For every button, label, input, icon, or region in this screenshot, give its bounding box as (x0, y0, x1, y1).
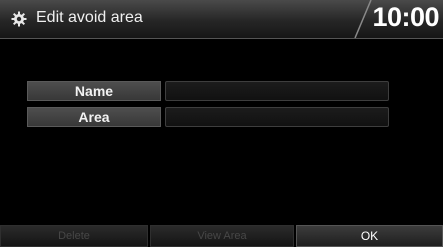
gear-icon (11, 11, 27, 27)
edit-avoid-area-screen: Edit avoid area 10:00 Name Area Delete V… (0, 0, 443, 247)
area-label: Area (27, 107, 161, 127)
delete-button[interactable]: Delete (0, 225, 148, 247)
name-field[interactable] (165, 81, 389, 101)
name-label: Name (27, 81, 161, 101)
ok-button[interactable]: OK (296, 225, 443, 247)
area-row[interactable]: Area (27, 107, 389, 127)
area-field[interactable] (165, 107, 389, 127)
view-area-button[interactable]: View Area (150, 225, 294, 247)
page-title: Edit avoid area (36, 9, 143, 26)
name-row[interactable]: Name (27, 81, 389, 101)
header-bar: Edit avoid area 10:00 (0, 0, 443, 39)
clock: 10:00 (372, 2, 439, 32)
